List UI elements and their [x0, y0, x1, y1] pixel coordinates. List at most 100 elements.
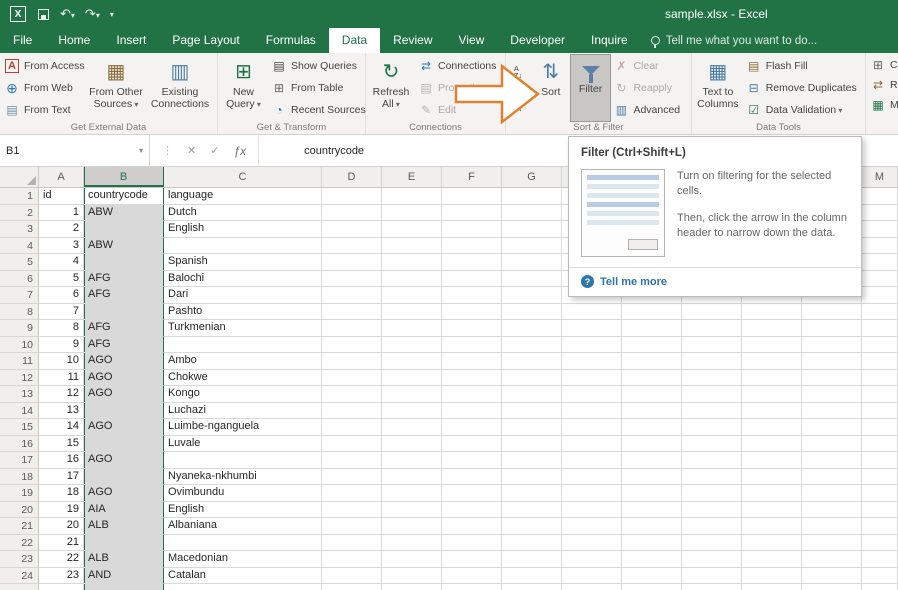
cell-J11[interactable]	[682, 353, 742, 370]
cell-L10[interactable]	[802, 337, 862, 354]
cell-E17[interactable]	[382, 452, 442, 469]
cell-F7[interactable]	[442, 287, 502, 304]
drag-handle-icon[interactable]: ⋮	[162, 144, 173, 157]
cell-M3[interactable]	[862, 221, 898, 238]
cell-F20[interactable]	[442, 502, 502, 519]
cell-K10[interactable]	[742, 337, 802, 354]
row-header-20[interactable]: 20	[0, 502, 39, 519]
cell-B8[interactable]	[84, 304, 164, 321]
row-header-23[interactable]: 23	[0, 551, 39, 568]
column-header-A[interactable]: A	[39, 167, 84, 187]
cell-E6[interactable]	[382, 271, 442, 288]
cell-M7[interactable]	[862, 287, 898, 304]
existing-connections-button[interactable]: Existing Connections	[147, 55, 213, 121]
new-query-button[interactable]: New Query	[219, 55, 268, 121]
cell-L17[interactable]	[802, 452, 862, 469]
cell-J21[interactable]	[682, 518, 742, 535]
cancel-icon[interactable]: ✕	[187, 144, 196, 157]
cell-L24[interactable]	[802, 568, 862, 585]
cell-B18[interactable]	[84, 469, 164, 486]
cell-C12[interactable]: Chokwe	[164, 370, 322, 387]
cell-M13[interactable]	[862, 386, 898, 403]
cell-B3[interactable]	[84, 221, 164, 238]
cell-G7[interactable]	[502, 287, 562, 304]
cell-K13[interactable]	[742, 386, 802, 403]
cell-C7[interactable]: Dari	[164, 287, 322, 304]
cell-H20[interactable]	[562, 502, 622, 519]
cell-L18[interactable]	[802, 469, 862, 486]
cell-D6[interactable]	[322, 271, 382, 288]
cell-A19[interactable]: 18	[39, 485, 84, 502]
cell-A2[interactable]: 1	[39, 205, 84, 222]
cell-E24[interactable]	[382, 568, 442, 585]
insert-function-icon[interactable]: ƒx	[233, 144, 246, 158]
cell-G22[interactable]	[502, 535, 562, 552]
cell-A16[interactable]: 15	[39, 436, 84, 453]
cell-K18[interactable]	[742, 469, 802, 486]
cell-L13[interactable]	[802, 386, 862, 403]
cell-J9[interactable]	[682, 320, 742, 337]
cell-D17[interactable]	[322, 452, 382, 469]
cell-L8[interactable]	[802, 304, 862, 321]
cell-K11[interactable]	[742, 353, 802, 370]
cell-M6[interactable]	[862, 271, 898, 288]
cell-D18[interactable]	[322, 469, 382, 486]
cell-F13[interactable]	[442, 386, 502, 403]
cell-G9[interactable]	[502, 320, 562, 337]
cell-F22[interactable]	[442, 535, 502, 552]
tab-review[interactable]: Review	[380, 28, 445, 53]
cell-B10[interactable]: AFG	[84, 337, 164, 354]
cell-H11[interactable]	[562, 353, 622, 370]
cell-C20[interactable]: English	[164, 502, 322, 519]
cell-M10[interactable]	[862, 337, 898, 354]
row-header-18[interactable]: 18	[0, 469, 39, 486]
cell-M4[interactable]	[862, 238, 898, 255]
cell-C3[interactable]: English	[164, 221, 322, 238]
cell-H19[interactable]	[562, 485, 622, 502]
cell-I18[interactable]	[622, 469, 682, 486]
cell-H14[interactable]	[562, 403, 622, 420]
cell-D25[interactable]	[322, 584, 382, 590]
name-box-caret-icon[interactable]: ▾	[139, 146, 143, 155]
cell-C25[interactable]	[164, 584, 322, 590]
cell-E2[interactable]	[382, 205, 442, 222]
text-to-columns-button[interactable]: Text to Columns	[693, 55, 743, 121]
cell-C24[interactable]: Catalan	[164, 568, 322, 585]
name-box[interactable]: B1 ▾	[0, 135, 150, 166]
cell-J8[interactable]	[682, 304, 742, 321]
cell-G12[interactable]	[502, 370, 562, 387]
cell-B13[interactable]: AGO	[84, 386, 164, 403]
cell-B16[interactable]	[84, 436, 164, 453]
cell-B19[interactable]: AGO	[84, 485, 164, 502]
column-header-G[interactable]: G	[502, 167, 562, 187]
cell-M14[interactable]	[862, 403, 898, 420]
filter-button[interactable]: Filter	[571, 55, 611, 121]
cell-D24[interactable]	[322, 568, 382, 585]
cell-I20[interactable]	[622, 502, 682, 519]
from-table-button[interactable]: From Table	[268, 78, 364, 98]
cell-I16[interactable]	[622, 436, 682, 453]
cell-K17[interactable]	[742, 452, 802, 469]
row-header-1[interactable]: 1	[0, 188, 39, 205]
cell-A15[interactable]: 14	[39, 419, 84, 436]
cell-K14[interactable]	[742, 403, 802, 420]
cell-F21[interactable]	[442, 518, 502, 535]
cell-H18[interactable]	[562, 469, 622, 486]
cell-A6[interactable]: 5	[39, 271, 84, 288]
redo-icon[interactable]: ↷▾	[85, 6, 100, 22]
column-header-D[interactable]: D	[322, 167, 382, 187]
cell-G21[interactable]	[502, 518, 562, 535]
cell-L25[interactable]	[802, 584, 862, 590]
cell-J13[interactable]	[682, 386, 742, 403]
cell-F9[interactable]	[442, 320, 502, 337]
cell-H9[interactable]	[562, 320, 622, 337]
cell-L9[interactable]	[802, 320, 862, 337]
cell-B5[interactable]	[84, 254, 164, 271]
cell-F10[interactable]	[442, 337, 502, 354]
tab-developer[interactable]: Developer	[497, 28, 578, 53]
cell-J22[interactable]	[682, 535, 742, 552]
cell-C19[interactable]: Ovimbundu	[164, 485, 322, 502]
cell-K23[interactable]	[742, 551, 802, 568]
cell-G17[interactable]	[502, 452, 562, 469]
cell-G3[interactable]	[502, 221, 562, 238]
